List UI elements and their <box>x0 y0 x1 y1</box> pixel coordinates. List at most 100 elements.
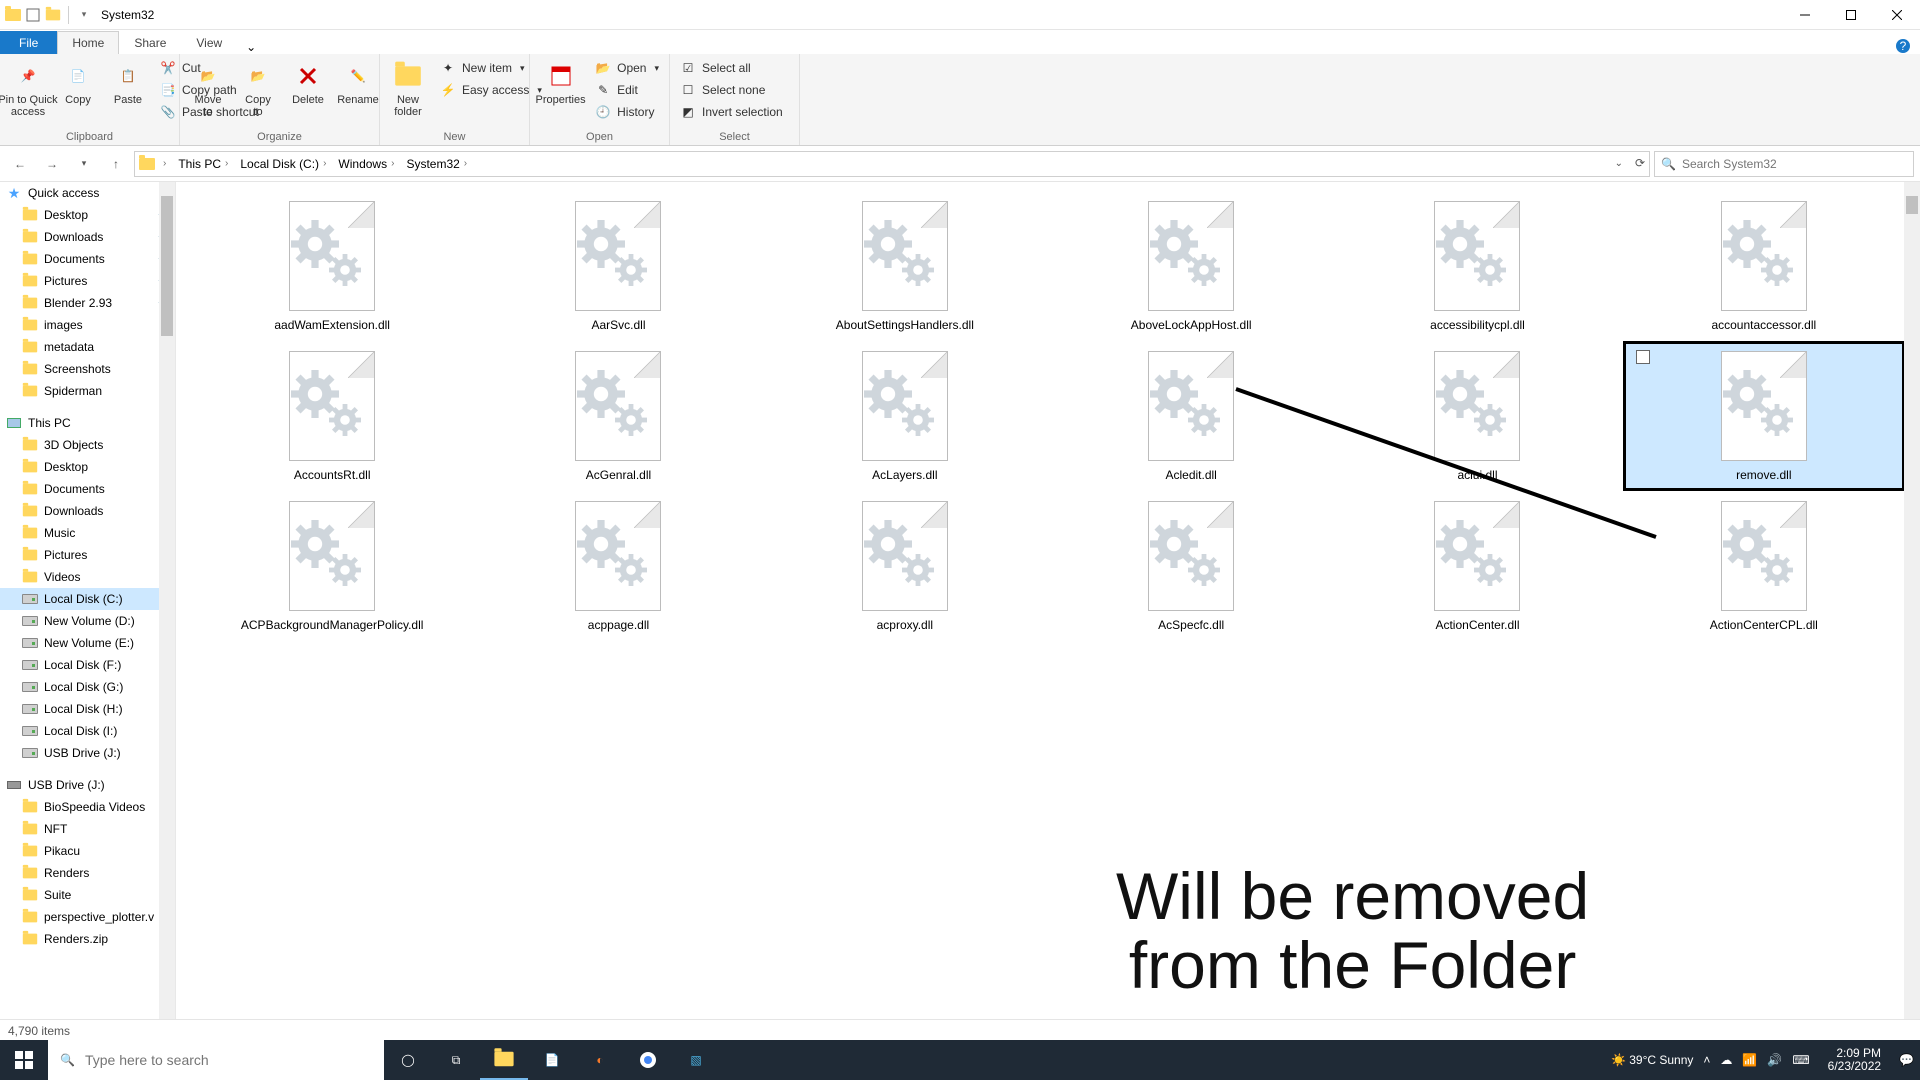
language-icon[interactable]: ⌨ <box>1792 1053 1809 1067</box>
weather-widget[interactable]: ☀️ 39°C Sunny <box>1611 1053 1693 1067</box>
nav-item[interactable]: Desktop📌 <box>0 204 175 226</box>
refresh-icon[interactable]: ⟳ <box>1635 156 1645 170</box>
tab-share[interactable]: Share <box>119 31 181 54</box>
file-item[interactable]: AcLayers.dll <box>767 344 1043 488</box>
breadcrumb-seg[interactable]: This PC› <box>174 155 232 173</box>
file-item[interactable]: AcSpecfc.dll <box>1053 494 1329 638</box>
taskbar-search[interactable]: 🔍 <box>48 1040 384 1080</box>
nav-item[interactable]: Local Disk (C:) <box>0 588 175 610</box>
nav-item[interactable]: 3D Objects <box>0 434 175 456</box>
notifications-icon[interactable]: 💬 <box>1899 1053 1914 1067</box>
taskbar-chrome-icon[interactable] <box>624 1040 672 1080</box>
volume-icon[interactable]: 🔊 <box>1767 1053 1782 1067</box>
file-item[interactable]: ACPBackgroundManagerPolicy.dll <box>194 494 470 638</box>
tab-view[interactable]: View <box>181 31 237 54</box>
tab-home[interactable]: Home <box>57 31 119 54</box>
qat-dropdown-icon[interactable]: ▾ <box>75 6 93 24</box>
nav-item[interactable]: Documents <box>0 478 175 500</box>
maximize-button[interactable] <box>1828 0 1874 30</box>
breadcrumb-seg[interactable]: Local Disk (C:)› <box>236 155 330 173</box>
nav-item[interactable]: Desktop <box>0 456 175 478</box>
nav-item[interactable]: Pictures📌 <box>0 270 175 292</box>
recent-dropdown-icon[interactable]: ▾ <box>70 150 98 178</box>
select-none-button[interactable]: ☐Select none <box>676 80 787 100</box>
file-item[interactable]: acproxy.dll <box>767 494 1043 638</box>
nav-item[interactable]: Local Disk (H:) <box>0 698 175 720</box>
taskbar-photos-icon[interactable]: ▧ <box>672 1040 720 1080</box>
file-item[interactable]: AccountsRt.dll <box>194 344 470 488</box>
copy-button[interactable]: 📄Copy <box>56 58 100 108</box>
pin-quickaccess-button[interactable]: 📌Pin to Quick access <box>6 58 50 120</box>
new-folder-button[interactable]: New folder <box>386 58 430 120</box>
help-icon[interactable]: ? <box>1892 38 1920 54</box>
breadcrumb-seg[interactable]: System32› <box>402 155 471 173</box>
nav-item[interactable]: New Volume (D:) <box>0 610 175 632</box>
file-item[interactable]: AcGenral.dll <box>480 344 756 488</box>
file-item[interactable]: ActionCenterCPL.dll <box>1626 494 1902 638</box>
nav-item[interactable]: Suite <box>0 884 175 906</box>
minimize-button[interactable] <box>1782 0 1828 30</box>
nav-item[interactable]: Videos <box>0 566 175 588</box>
open-button[interactable]: 📂Open▾ <box>591 58 663 78</box>
nav-item[interactable]: ★Quick access <box>0 182 175 204</box>
ribbon-collapse-icon[interactable]: ⌄ <box>237 40 265 54</box>
nav-item[interactable]: Screenshots <box>0 358 175 380</box>
nav-item[interactable]: Local Disk (F:) <box>0 654 175 676</box>
taskbar-explorer-icon[interactable] <box>480 1040 528 1080</box>
checkbox[interactable] <box>1636 350 1650 364</box>
network-icon[interactable]: 📶 <box>1742 1053 1757 1067</box>
nav-item[interactable]: Local Disk (I:) <box>0 720 175 742</box>
nav-item[interactable]: Renders <box>0 862 175 884</box>
nav-item[interactable]: This PC <box>0 412 175 434</box>
file-item[interactable]: aadWamExtension.dll <box>194 194 470 338</box>
nav-item[interactable]: Downloads📌 <box>0 226 175 248</box>
breadcrumb-seg[interactable]: Windows› <box>334 155 398 173</box>
cortana-icon[interactable]: ◯ <box>384 1040 432 1080</box>
invert-selection-button[interactable]: ◩Invert selection <box>676 102 787 122</box>
rename-button[interactable]: ✏️Rename <box>336 58 380 108</box>
qat-save-icon[interactable] <box>24 6 42 24</box>
start-button[interactable] <box>0 1040 48 1080</box>
qat-undo-icon[interactable] <box>44 6 62 24</box>
file-view[interactable]: aadWamExtension.dllAarSvc.dllAboutSettin… <box>176 182 1920 1019</box>
close-button[interactable] <box>1874 0 1920 30</box>
copy-to-button[interactable]: 📂Copy to <box>236 58 280 120</box>
search-box[interactable]: 🔍 <box>1654 151 1914 177</box>
nav-item[interactable]: Pictures <box>0 544 175 566</box>
onedrive-icon[interactable]: ☁ <box>1720 1053 1732 1067</box>
file-item[interactable]: acppage.dll <box>480 494 756 638</box>
task-view-icon[interactable]: ⧉ <box>432 1040 480 1080</box>
nav-item[interactable]: USB Drive (J:) <box>0 774 175 796</box>
up-button[interactable]: ↑ <box>102 150 130 178</box>
history-button[interactable]: 🕘History <box>591 102 663 122</box>
nav-item[interactable]: Spiderman <box>0 380 175 402</box>
back-button[interactable]: ← <box>6 150 34 178</box>
nav-scrollbar[interactable] <box>159 182 175 1019</box>
taskbar-blender-icon[interactable]: ◐ <box>576 1040 624 1080</box>
nav-item[interactable]: NFT <box>0 818 175 840</box>
file-item[interactable]: ActionCenter.dll <box>1339 494 1615 638</box>
nav-item[interactable]: USB Drive (J:) <box>0 742 175 764</box>
nav-item[interactable]: Documents📌 <box>0 248 175 270</box>
file-item[interactable]: accessibilitycpl.dll <box>1339 194 1615 338</box>
select-all-button[interactable]: ☑Select all <box>676 58 787 78</box>
address-bar[interactable]: › This PC› Local Disk (C:)› Windows› Sys… <box>134 151 1650 177</box>
nav-item[interactable]: New Volume (E:) <box>0 632 175 654</box>
nav-item[interactable]: Pikacu <box>0 840 175 862</box>
file-item[interactable]: AarSvc.dll <box>480 194 756 338</box>
nav-item[interactable]: Local Disk (G:) <box>0 676 175 698</box>
nav-item[interactable]: images <box>0 314 175 336</box>
file-item[interactable]: accountaccessor.dll <box>1626 194 1902 338</box>
paste-button[interactable]: 📋Paste <box>106 58 150 108</box>
nav-item[interactable]: metadata <box>0 336 175 358</box>
file-item[interactable]: AboutSettingsHandlers.dll <box>767 194 1043 338</box>
file-item[interactable]: Acledit.dll <box>1053 344 1329 488</box>
nav-item[interactable]: BioSpeedia Videos <box>0 796 175 818</box>
delete-button[interactable]: Delete <box>286 58 330 108</box>
edit-button[interactable]: ✎Edit <box>591 80 663 100</box>
tray-chevron-icon[interactable]: ˄ <box>1703 1053 1710 1067</box>
move-to-button[interactable]: 📂Move to <box>186 58 230 120</box>
taskbar-notepad-icon[interactable]: 📄 <box>528 1040 576 1080</box>
file-item[interactable]: aclui.dll <box>1339 344 1615 488</box>
nav-item[interactable]: Downloads <box>0 500 175 522</box>
